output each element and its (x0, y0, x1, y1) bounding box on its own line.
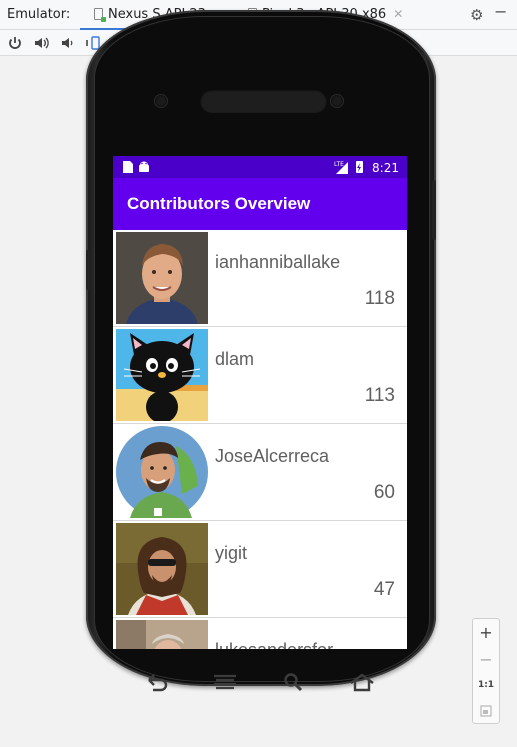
front-camera-icon (155, 95, 167, 107)
actual-size-button[interactable]: 1:1 (473, 680, 499, 690)
contribution-count: 60 (373, 482, 395, 503)
contributor-login: lukesandersfor (215, 640, 333, 649)
device-icon (94, 8, 106, 22)
svg-text:LTE: LTE (334, 161, 344, 168)
volume-down-icon[interactable] (58, 34, 76, 52)
gear-icon[interactable]: ⚙ (470, 6, 483, 24)
list-item[interactable]: yigit 47 (113, 521, 407, 618)
volume-rocker (432, 180, 436, 240)
list-item[interactable]: dlam 113 (113, 327, 407, 424)
zoom-in-button[interactable]: + (473, 623, 499, 642)
lte-signal-icon: LTE (334, 161, 364, 174)
status-right: LTE 8:21 (334, 160, 399, 175)
android-icon (139, 161, 149, 172)
contributor-login: JoseAlcerreca (215, 446, 330, 466)
list-item[interactable]: lukesandersfor (113, 618, 407, 649)
close-icon[interactable]: ✕ (393, 7, 403, 21)
search-icon[interactable] (283, 672, 303, 692)
contribution-count: 113 (364, 385, 395, 406)
back-icon[interactable] (145, 672, 169, 692)
contributor-login: ianhanniballake (215, 252, 341, 272)
menu-icon[interactable] (213, 674, 237, 690)
home-icon[interactable] (349, 672, 375, 692)
avatar (116, 523, 208, 615)
zoom-controls: + − 1:1 (472, 618, 500, 724)
page-title: Contributors Overview (127, 194, 311, 213)
list-item[interactable]: JoseAlcerreca 60 (113, 424, 407, 521)
side-button (86, 250, 90, 290)
emulator-label: Emulator: (7, 7, 71, 22)
avatar (116, 232, 208, 324)
contributors-list[interactable]: ianhanniballake 118 dlam 113 JoseAlcerre… (113, 230, 407, 649)
avatar (116, 620, 208, 649)
power-icon[interactable] (6, 34, 24, 52)
sim-card-icon (123, 161, 149, 173)
app-bar: Contributors Overview (113, 178, 407, 230)
contribution-count: 118 (364, 288, 395, 309)
hardware-nav-bar (113, 650, 407, 715)
notification-icons (121, 160, 151, 177)
volume-up-icon[interactable] (32, 34, 50, 52)
avatar (116, 329, 208, 421)
status-time: 8:21 (372, 161, 399, 175)
contributor-login: yigit (215, 543, 248, 563)
proximity-sensor-icon (331, 95, 343, 107)
device-screen[interactable]: LTE 8:21 Contributors Overview ianhannib… (113, 156, 407, 649)
zoom-out-button[interactable]: − (473, 650, 499, 669)
fit-screen-icon[interactable] (480, 705, 492, 717)
earpiece-speaker (200, 89, 327, 113)
contribution-count: 47 (373, 579, 395, 600)
minimize-icon[interactable]: − (494, 2, 507, 21)
status-bar: LTE 8:21 (113, 156, 407, 178)
list-item[interactable]: ianhanniballake 118 (113, 230, 407, 327)
avatar (116, 426, 208, 518)
contributor-login: dlam (215, 349, 255, 369)
